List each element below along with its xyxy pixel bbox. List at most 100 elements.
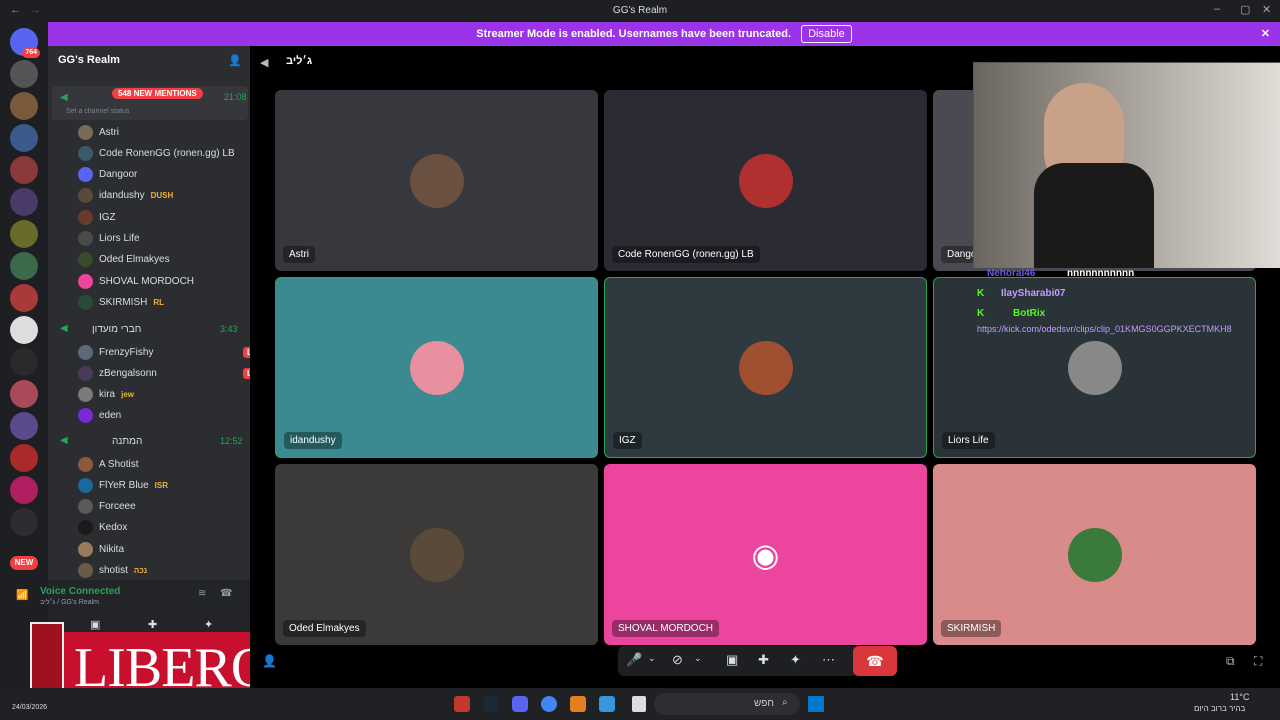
chevron-down-icon[interactable]: ⌄ bbox=[694, 653, 702, 664]
steam-icon[interactable] bbox=[483, 696, 499, 712]
hourglass-icon[interactable] bbox=[10, 508, 38, 536]
camera-off-icon[interactable]: ⊘ bbox=[672, 652, 683, 668]
add-member-icon[interactable]: 👤 bbox=[228, 54, 242, 67]
avatar bbox=[78, 344, 93, 360]
member-item[interactable]: shotist נכה bbox=[78, 561, 147, 581]
windows-start-icon[interactable] bbox=[808, 696, 824, 712]
server-icon[interactable] bbox=[10, 444, 38, 472]
chevron-down-icon[interactable]: ⌄ bbox=[648, 653, 656, 664]
avatar bbox=[78, 456, 93, 472]
member-name: FlYeR Blue bbox=[99, 479, 149, 491]
share-screen-icon[interactable]: ▣ bbox=[726, 652, 738, 668]
close-icon[interactable]: ✕ bbox=[1262, 3, 1271, 16]
participant-avatar: ◉ bbox=[751, 536, 780, 573]
member-item[interactable]: Dangoor bbox=[78, 165, 137, 185]
participant-tile[interactable]: Code RonenGG (ronen.gg) LB bbox=[604, 90, 927, 271]
soundboard-icon[interactable]: ✦ bbox=[204, 618, 213, 631]
invite-icon[interactable]: 👤 bbox=[262, 654, 277, 668]
member-name: Liors Life bbox=[99, 233, 140, 244]
server-name[interactable]: GG's Realm bbox=[58, 54, 120, 66]
member-item[interactable]: SKIRMISH RL bbox=[78, 292, 164, 312]
fullscreen-icon[interactable]: ⛶ bbox=[1254, 654, 1262, 669]
participant-tile[interactable]: Astri bbox=[275, 90, 598, 271]
member-item[interactable]: FlYeR Blue ISR bbox=[78, 475, 168, 495]
member-item[interactable]: A Shotist bbox=[78, 454, 138, 474]
chat-user: BotRix bbox=[1013, 308, 1046, 319]
server-icon[interactable] bbox=[10, 284, 38, 312]
member-item[interactable]: Forceee bbox=[78, 497, 136, 517]
file-icon[interactable] bbox=[632, 696, 646, 712]
app-icon[interactable] bbox=[570, 696, 586, 712]
avatar bbox=[78, 365, 93, 381]
member-item[interactable]: zBengalsonnLIVE bbox=[78, 363, 269, 383]
streamer-body bbox=[1034, 163, 1154, 268]
microphone-icon[interactable]: 🎤 bbox=[626, 652, 642, 668]
participant-tile[interactable]: IGZ bbox=[604, 277, 927, 458]
taskbar-search[interactable]: חפש ⌕ bbox=[654, 693, 800, 715]
member-item[interactable]: kira jew bbox=[78, 385, 134, 405]
mentions-pill[interactable]: 548 NEW MENTIONS bbox=[112, 88, 203, 99]
participant-name: Liors Life bbox=[942, 432, 995, 449]
server-icon[interactable] bbox=[10, 220, 38, 248]
member-name: Code RonenGG (ronen.gg) LB bbox=[99, 147, 235, 159]
participant-tile[interactable]: SKIRMISH bbox=[933, 464, 1256, 645]
channel-sidebar: GG's Realm 👤 ◀ 548 NEW MENTIONS 21:08 Se… bbox=[16, 46, 269, 688]
member-tag: DUSH bbox=[150, 191, 174, 201]
app-icon[interactable] bbox=[599, 696, 615, 712]
server-icon[interactable] bbox=[10, 188, 38, 216]
home-icon[interactable]: 764 bbox=[10, 28, 40, 58]
avatar bbox=[78, 209, 93, 225]
participant-name: Oded Elmakyes bbox=[283, 620, 366, 637]
disable-button[interactable]: Disable bbox=[801, 25, 852, 43]
member-item[interactable]: Oded Elmakyes bbox=[78, 250, 170, 270]
server-icon[interactable] bbox=[10, 412, 38, 440]
activity-icon[interactable]: ✚ bbox=[148, 618, 157, 631]
voice-channel-active[interactable]: ◀ 548 NEW MENTIONS 21:08 Set a channel s… bbox=[52, 86, 248, 120]
noise-suppression-icon[interactable]: ≋ bbox=[198, 588, 206, 599]
member-item[interactable]: Kedox bbox=[78, 518, 127, 538]
member-name: A Shotist bbox=[99, 458, 139, 470]
server-icon[interactable] bbox=[10, 380, 38, 408]
member-item[interactable]: Liors Life bbox=[78, 229, 140, 249]
server-icon[interactable] bbox=[10, 124, 38, 152]
disconnect-button[interactable]: ☎ bbox=[853, 646, 897, 676]
avatar bbox=[78, 124, 93, 140]
voice-status[interactable]: Voice Connected bbox=[40, 586, 120, 597]
member-item[interactable]: Code RonenGG (ronen.gg) LB bbox=[78, 143, 235, 163]
member-item[interactable]: eden bbox=[78, 406, 121, 426]
participant-tile[interactable]: idandushy bbox=[275, 277, 598, 458]
more-icon[interactable]: ⋯ bbox=[822, 652, 835, 668]
date: 24/03/2026 bbox=[12, 704, 48, 711]
chat-link[interactable]: https://kick.com/odedsvr/clips/clip_01KM… bbox=[977, 324, 1232, 334]
server-icon[interactable] bbox=[10, 476, 38, 504]
app-icon[interactable] bbox=[454, 696, 470, 712]
server-icon[interactable] bbox=[10, 60, 38, 88]
server-icon[interactable] bbox=[10, 92, 38, 120]
voice-channel[interactable]: ◀ חברי מועדון 3:43 bbox=[52, 320, 248, 340]
soundboard-icon[interactable]: ✦ bbox=[790, 652, 801, 668]
participant-tile[interactable]: Oded Elmakyes bbox=[275, 464, 598, 645]
chrome-icon[interactable] bbox=[541, 696, 557, 712]
banner-close-icon[interactable]: ✕ bbox=[1261, 27, 1270, 40]
popout-icon[interactable]: ⧉ bbox=[1226, 654, 1235, 669]
share-screen-icon[interactable]: ▣ bbox=[90, 618, 100, 631]
member-item[interactable]: SHOVAL MORDOCH bbox=[78, 271, 194, 291]
channel-status[interactable]: Set a channel status bbox=[66, 108, 129, 115]
minimize-icon[interactable]: – bbox=[1214, 3, 1220, 15]
member-item[interactable]: Nikita bbox=[78, 539, 124, 559]
member-item[interactable]: idandushy DUSH bbox=[78, 186, 173, 206]
server-icon[interactable] bbox=[10, 348, 38, 376]
voice-channel[interactable]: ◀ המתנה 12:52 bbox=[52, 432, 248, 452]
server-icon[interactable] bbox=[10, 252, 38, 280]
discord-icon[interactable] bbox=[512, 696, 528, 712]
member-item[interactable]: Astri bbox=[78, 122, 119, 142]
disconnect-icon[interactable]: ☎ bbox=[220, 588, 232, 599]
member-item[interactable]: FrenzyFishyLIVE bbox=[78, 342, 269, 362]
activity-icon[interactable]: ✚ bbox=[758, 652, 769, 668]
member-item[interactable]: IGZ bbox=[78, 207, 116, 227]
server-icon[interactable] bbox=[10, 156, 38, 184]
maximize-icon[interactable]: ▢ bbox=[1240, 3, 1250, 16]
participant-name: IGZ bbox=[613, 432, 642, 449]
server-icon[interactable] bbox=[10, 316, 38, 344]
participant-tile[interactable]: ◉ SHOVAL MORDOCH bbox=[604, 464, 927, 645]
